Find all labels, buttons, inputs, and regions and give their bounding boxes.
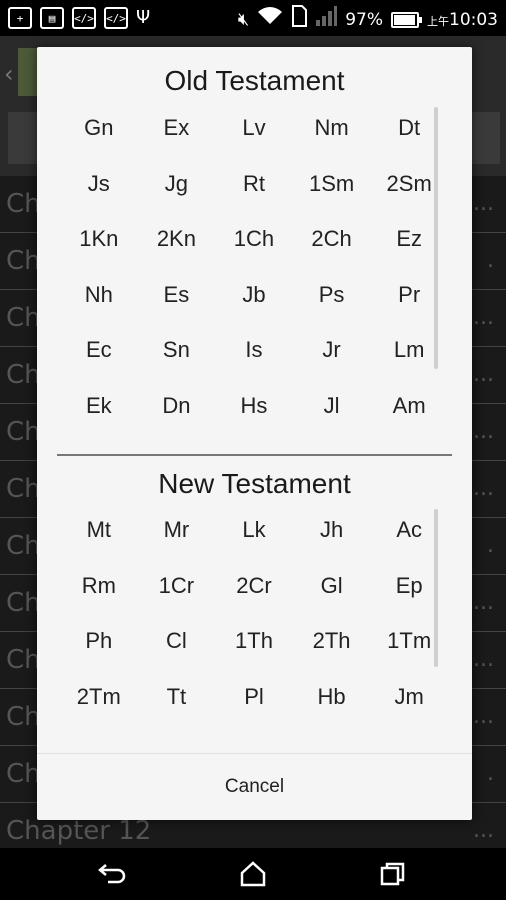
old-testament-book-button[interactable]: Hs: [215, 378, 293, 434]
navigation-bar: [0, 848, 506, 900]
chapter-ellipsis: .: [487, 761, 494, 786]
cancel-button[interactable]: Cancel: [37, 754, 472, 820]
book-picker-dialog: Old Testament Gn Ex Lv Nm Dt Js Jg Rt 1Sm 2Sm 1Kn 2…: [37, 47, 472, 820]
chapter-label: Ch: [6, 588, 41, 618]
new-testament-book-button[interactable]: Ph: [60, 613, 138, 669]
section-divider: [57, 454, 452, 456]
new-testament-book-button[interactable]: Cl: [138, 613, 216, 669]
chapter-ellipsis: ...: [473, 191, 494, 216]
new-testament-book-button[interactable]: Gl: [293, 558, 371, 614]
chapter-ellipsis: .: [487, 248, 494, 273]
status-bar: + ▤ </> </> Ψ 🔇︎ 97% 上午10:03: [0, 0, 506, 36]
old-testament-book-button[interactable]: Gn: [60, 100, 138, 156]
new-testament-book-button[interactable]: Rm: [60, 558, 138, 614]
battery-percent: 97%: [345, 9, 383, 30]
old-testament-book-button[interactable]: Ex: [138, 100, 216, 156]
old-testament-book-button[interactable]: Es: [138, 267, 216, 323]
new-testament-book-button[interactable]: 2Cr: [215, 558, 293, 614]
new-testament-grid: Mt Mr Lk Jh Ac Rm 1Cr 2Cr Gl Ep Ph Cl 1Th 2Th 1Tm 2Tm Tt…: [60, 502, 448, 724]
old-testament-book-button[interactable]: Rt: [215, 156, 293, 212]
new-testament-book-button[interactable]: 1Cr: [138, 558, 216, 614]
old-testament-book-button[interactable]: Jr: [293, 322, 371, 378]
new-testament-title: New Testament: [158, 468, 351, 499]
chapter-label: Ch: [6, 417, 41, 447]
new-testament-book-button[interactable]: Jh: [293, 502, 371, 558]
chapter-label: Ch: [6, 759, 41, 789]
old-testament-book-button[interactable]: 2Ch: [293, 211, 371, 267]
battery-icon: [391, 11, 422, 28]
old-testament-book-button[interactable]: 1Ch: [215, 211, 293, 267]
new-testament-book-button[interactable]: 1Th: [215, 613, 293, 669]
new-testament-book-button[interactable]: Jm: [370, 669, 448, 725]
chapter-label: Ch: [6, 702, 41, 732]
notification-icons: + ▤ </> </> Ψ: [8, 6, 150, 30]
chapter-label: Ch: [6, 189, 41, 219]
old-testament-book-button[interactable]: Ek: [60, 378, 138, 434]
chapter-label: Ch: [6, 474, 41, 504]
signal-icon: [315, 6, 338, 33]
back-icon[interactable]: [83, 852, 143, 896]
old-testament-book-button[interactable]: Nm: [293, 100, 371, 156]
clock-time: 10:03: [449, 9, 498, 30]
old-testament-book-button[interactable]: Dn: [138, 378, 216, 434]
old-testament-book-button[interactable]: Ec: [60, 322, 138, 378]
old-testament-book-button[interactable]: 1Sm: [293, 156, 371, 212]
battery-fill: [394, 14, 416, 25]
usb-icon: Ψ: [136, 7, 151, 28]
code-icon: </>: [72, 7, 96, 29]
chapter-label: Ch: [6, 645, 41, 675]
old-testament-book-button[interactable]: Nh: [60, 267, 138, 323]
new-testament-book-button[interactable]: Mt: [60, 502, 138, 558]
chapter-label: Ch: [6, 303, 41, 333]
chapter-ellipsis: ...: [473, 419, 494, 444]
new-testament-book-button[interactable]: Tt: [138, 669, 216, 725]
wifi-icon: [257, 6, 283, 33]
chapter-ellipsis: ...: [473, 590, 494, 615]
old-testament-book-button[interactable]: Jg: [138, 156, 216, 212]
old-testament-book-button[interactable]: Is: [215, 322, 293, 378]
new-testament-book-button[interactable]: Hb: [293, 669, 371, 725]
sim-icon: [291, 5, 308, 34]
chapter-ellipsis: ...: [473, 704, 494, 729]
recents-icon[interactable]: [363, 852, 423, 896]
chapter-ellipsis: ...: [473, 362, 494, 387]
new-testament-book-button[interactable]: Lk: [215, 502, 293, 558]
chapter-label: Ch: [6, 246, 41, 276]
old-testament-book-button[interactable]: Ps: [293, 267, 371, 323]
code-icon: </>: [104, 7, 128, 29]
old-testament-book-button[interactable]: Lv: [215, 100, 293, 156]
new-testament-scrollbar[interactable]: [434, 509, 438, 667]
chapter-ellipsis: ...: [473, 647, 494, 672]
new-testament-book-button[interactable]: 2Tm: [60, 669, 138, 725]
old-testament-grid: Gn Ex Lv Nm Dt Js Jg Rt 1Sm 2Sm 1Kn 2Kn 1Ch 2Ch Ez Nh Es…: [60, 100, 448, 433]
old-testament-title: Old Testament: [164, 65, 345, 96]
system-icons: 🔇︎ 97% 上午10:03: [238, 5, 498, 34]
new-testament-book-button[interactable]: Mr: [138, 502, 216, 558]
chapter-label: Ch: [6, 360, 41, 390]
chapter-label: Ch: [6, 531, 41, 561]
old-testament-book-button[interactable]: 2Kn: [138, 211, 216, 267]
old-testament-book-button[interactable]: 1Kn: [60, 211, 138, 267]
add-icon: +: [8, 7, 32, 29]
chapter-label: Chapter 12: [6, 816, 152, 846]
old-testament-book-button[interactable]: Jl: [293, 378, 371, 434]
old-testament-book-button[interactable]: Am: [370, 378, 448, 434]
home-icon[interactable]: [223, 852, 283, 896]
chapter-ellipsis: ...: [473, 476, 494, 501]
new-testament-book-button[interactable]: Pl: [215, 669, 293, 725]
old-testament-book-button[interactable]: Js: [60, 156, 138, 212]
chapter-ellipsis: ...: [473, 305, 494, 330]
chapter-ellipsis: ...: [473, 818, 494, 843]
clock: 上午10:03: [427, 10, 498, 30]
chapter-ellipsis: .: [487, 533, 494, 558]
old-testament-scrollbar[interactable]: [434, 107, 438, 369]
back-icon: ‹: [4, 60, 14, 88]
old-testament-book-button[interactable]: Jb: [215, 267, 293, 323]
clock-prefix: 上午: [427, 14, 449, 28]
old-testament-book-button[interactable]: Sn: [138, 322, 216, 378]
new-testament-book-button[interactable]: 2Th: [293, 613, 371, 669]
mute-icon: 🔇︎: [237, 8, 250, 30]
image-icon: ▤: [40, 7, 64, 29]
